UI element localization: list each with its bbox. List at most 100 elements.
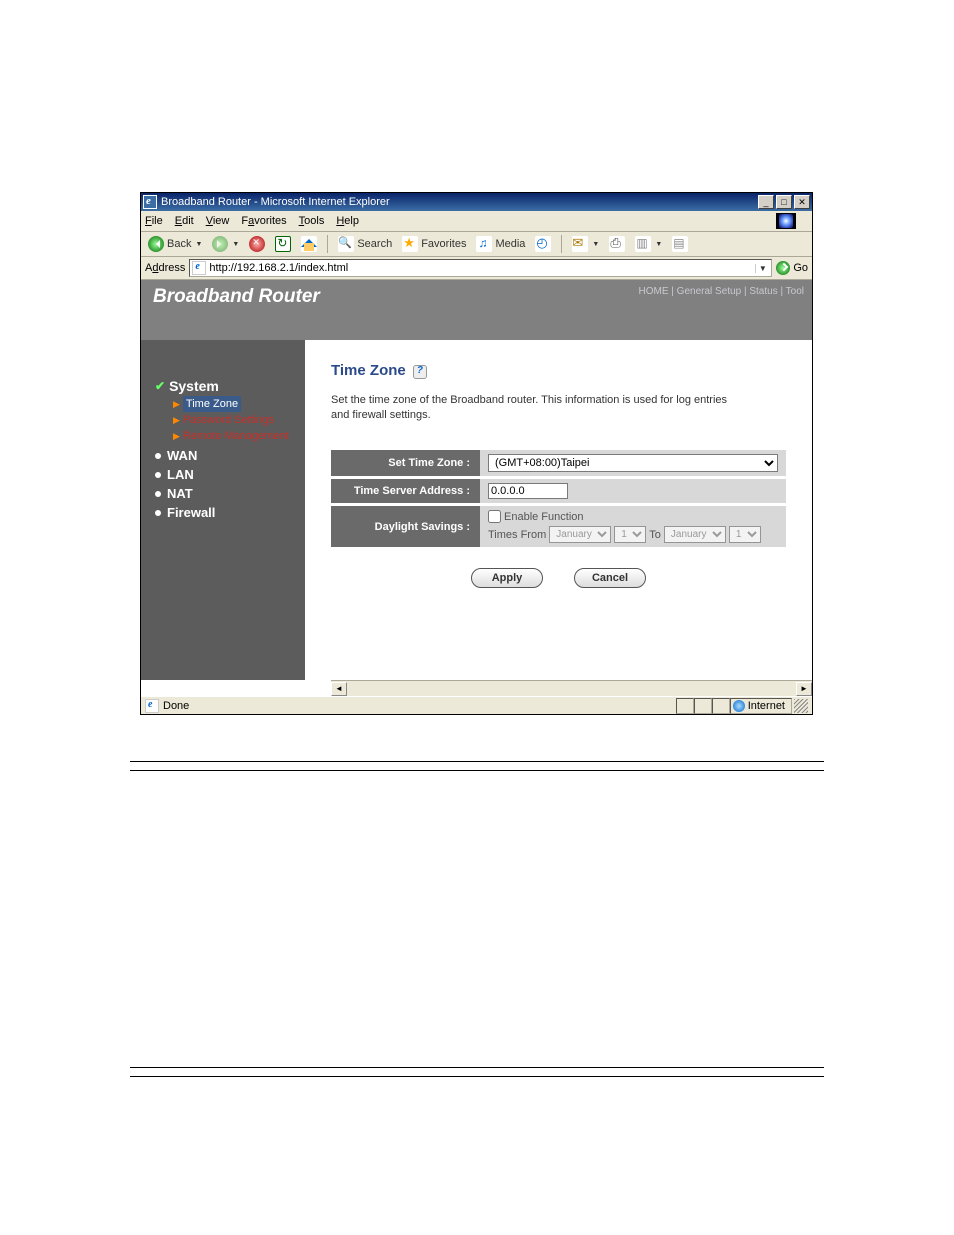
to-label: To bbox=[649, 529, 661, 541]
address-url: http://192.168.2.1/index.html bbox=[209, 262, 755, 274]
to-month-select[interactable]: January bbox=[664, 526, 726, 543]
history-button[interactable] bbox=[532, 235, 554, 253]
arrow-icon: ▶ bbox=[173, 396, 180, 412]
bullet-icon bbox=[155, 453, 161, 459]
refresh-button[interactable] bbox=[272, 235, 294, 253]
separator bbox=[561, 235, 562, 253]
stop-button[interactable] bbox=[246, 235, 268, 253]
sidebar-item-system[interactable]: ✔System bbox=[155, 378, 295, 394]
dropdown-icon: ▼ bbox=[195, 241, 202, 248]
sidebar-item-firewall[interactable]: Firewall bbox=[155, 505, 295, 520]
status-text: Done bbox=[163, 700, 189, 712]
page-description: Set the time zone of the Broadband route… bbox=[331, 393, 731, 423]
security-zone[interactable]: Internet bbox=[730, 698, 792, 714]
sidebar-label: Password Settings bbox=[183, 412, 274, 428]
search-label: Search bbox=[357, 238, 392, 250]
router-header: Broadband Router HOME | General Setup | … bbox=[141, 280, 812, 340]
bullet-icon bbox=[155, 491, 161, 497]
address-label: Address bbox=[145, 262, 185, 274]
search-icon bbox=[338, 236, 354, 252]
dropdown-icon: ▼ bbox=[655, 241, 662, 248]
sidebar-label: Firewall bbox=[167, 505, 215, 520]
sidebar-label: Time Zone bbox=[183, 396, 241, 412]
menu-favorites[interactable]: Favorites bbox=[241, 215, 286, 227]
maximize-button[interactable]: □ bbox=[776, 195, 792, 209]
timeserver-input[interactable] bbox=[488, 483, 568, 499]
favorites-icon bbox=[402, 236, 418, 252]
arrow-icon: ▶ bbox=[173, 428, 180, 444]
mail-button[interactable]: ▼ bbox=[569, 235, 602, 253]
sidebar-label: NAT bbox=[167, 486, 193, 501]
menu-tools[interactable]: Tools bbox=[299, 215, 325, 227]
ie-window: Broadband Router - Microsoft Internet Ex… bbox=[140, 192, 813, 715]
home-icon bbox=[301, 236, 317, 252]
status-pane bbox=[694, 698, 712, 714]
address-dropdown-icon[interactable]: ▼ bbox=[755, 264, 769, 273]
menu-file[interactable]: File bbox=[145, 215, 163, 227]
separator bbox=[327, 235, 328, 253]
print-icon bbox=[609, 236, 625, 252]
window-title: Broadband Router - Microsoft Internet Ex… bbox=[161, 196, 758, 208]
back-button[interactable]: Back▼ bbox=[145, 235, 205, 253]
top-nav[interactable]: HOME | General Setup | Status | Tool bbox=[639, 286, 804, 297]
discuss-button[interactable] bbox=[669, 235, 691, 253]
sidebar-item-timezone[interactable]: ▶Time Zone bbox=[173, 396, 295, 412]
go-button[interactable]: Go bbox=[776, 261, 808, 275]
close-button[interactable]: ✕ bbox=[794, 195, 810, 209]
minimize-button[interactable]: _ bbox=[758, 195, 774, 209]
sidebar-item-wan[interactable]: WAN bbox=[155, 448, 295, 463]
enable-daylight-checkbox[interactable] bbox=[488, 510, 501, 523]
label-timeserver: Time Server Address : bbox=[331, 479, 480, 503]
sidebar-item-lan[interactable]: LAN bbox=[155, 467, 295, 482]
throbber-icon bbox=[776, 213, 796, 229]
toolbar: Back▼ ▼ Search Favorites Media ▼ ▼ bbox=[141, 232, 812, 257]
cancel-button[interactable]: Cancel bbox=[574, 568, 646, 588]
menubar: File Edit View Favorites Tools Help bbox=[141, 211, 812, 232]
from-day-select[interactable]: 1 bbox=[614, 526, 646, 543]
bullet-icon bbox=[155, 472, 161, 478]
media-button[interactable]: Media bbox=[473, 235, 528, 253]
help-icon[interactable] bbox=[413, 365, 427, 379]
page-icon bbox=[192, 261, 206, 275]
sidebar-item-password[interactable]: ▶Password Settings bbox=[173, 412, 295, 428]
edit-icon bbox=[635, 236, 651, 252]
print-button[interactable] bbox=[606, 235, 628, 253]
apply-button[interactable]: Apply bbox=[471, 568, 543, 588]
media-label: Media bbox=[495, 238, 525, 250]
refresh-icon bbox=[275, 236, 291, 252]
address-field[interactable]: http://192.168.2.1/index.html ▼ bbox=[189, 259, 772, 277]
menu-edit[interactable]: Edit bbox=[175, 215, 194, 227]
go-icon bbox=[776, 261, 790, 275]
timezone-select[interactable]: (GMT+08:00)Taipei bbox=[488, 454, 778, 472]
sidebar-item-remote[interactable]: ▶Remote Management bbox=[173, 428, 295, 444]
back-icon bbox=[148, 236, 164, 252]
to-day-select[interactable]: 1 bbox=[729, 526, 761, 543]
status-pane bbox=[676, 698, 694, 714]
check-icon: ✔ bbox=[155, 379, 165, 393]
sidebar-label: Remote Management bbox=[183, 428, 289, 444]
label-timezone: Set Time Zone : bbox=[331, 450, 480, 476]
dropdown-icon: ▼ bbox=[592, 241, 599, 248]
menu-help[interactable]: Help bbox=[336, 215, 359, 227]
horizontal-scrollbar[interactable]: ◄ ► bbox=[331, 680, 812, 696]
favorites-button[interactable]: Favorites bbox=[399, 235, 469, 253]
dropdown-icon: ▼ bbox=[232, 241, 239, 248]
resize-grip-icon[interactable] bbox=[794, 699, 808, 713]
home-button[interactable] bbox=[298, 235, 320, 253]
label-daylight: Daylight Savings : bbox=[331, 506, 480, 547]
scroll-right-button[interactable]: ► bbox=[796, 682, 812, 696]
internet-zone-icon bbox=[733, 700, 745, 712]
sidebar-item-nat[interactable]: NAT bbox=[155, 486, 295, 501]
menu-view[interactable]: View bbox=[206, 215, 230, 227]
favorites-label: Favorites bbox=[421, 238, 466, 250]
zone-label: Internet bbox=[748, 700, 785, 712]
search-button[interactable]: Search bbox=[335, 235, 395, 253]
content-viewport: Broadband Router HOME | General Setup | … bbox=[141, 280, 812, 696]
from-month-select[interactable]: January bbox=[549, 526, 611, 543]
forward-button[interactable]: ▼ bbox=[209, 235, 242, 253]
scroll-left-button[interactable]: ◄ bbox=[331, 682, 347, 696]
edit-button[interactable]: ▼ bbox=[632, 235, 665, 253]
go-label: Go bbox=[793, 262, 808, 274]
arrow-icon: ▶ bbox=[173, 412, 180, 428]
discuss-icon bbox=[672, 236, 688, 252]
